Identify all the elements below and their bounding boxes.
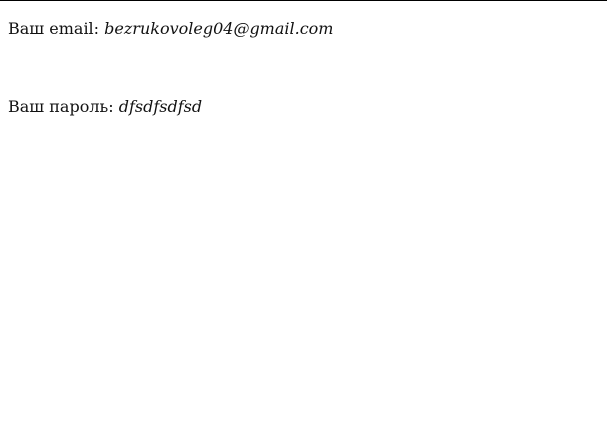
- top-divider: [0, 0, 607, 1]
- password-label: Ваш пароль:: [8, 97, 114, 116]
- password-value: dfsdfsdfsd: [118, 97, 203, 116]
- email-value: bezrukovoleg04@gmail.com: [104, 19, 334, 38]
- email-info-line: Ваш email: bezrukovoleg04@gmail.com: [8, 19, 333, 39]
- password-info-line: Ваш пароль: dfsdfsdfsd: [8, 97, 202, 117]
- email-label: Ваш email:: [8, 19, 100, 38]
